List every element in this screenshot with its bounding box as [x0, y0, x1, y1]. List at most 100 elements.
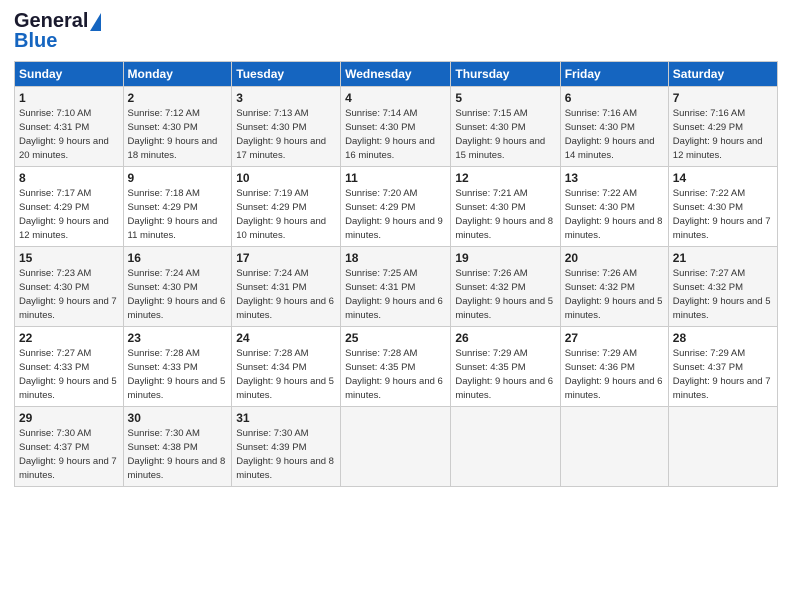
day-info: Sunrise: 7:28 AMSunset: 4:34 PMDaylight:…	[236, 348, 334, 400]
day-number: 16	[128, 250, 228, 266]
day-number: 5	[455, 90, 555, 106]
day-info: Sunrise: 7:30 AMSunset: 4:39 PMDaylight:…	[236, 428, 334, 480]
header-monday: Monday	[123, 62, 232, 87]
day-info: Sunrise: 7:15 AMSunset: 4:30 PMDaylight:…	[455, 108, 545, 160]
calendar-cell: 4Sunrise: 7:14 AMSunset: 4:30 PMDaylight…	[341, 87, 451, 167]
header-wednesday: Wednesday	[341, 62, 451, 87]
calendar-cell: 1Sunrise: 7:10 AMSunset: 4:31 PMDaylight…	[15, 87, 124, 167]
logo-triangle-icon	[90, 13, 101, 31]
day-info: Sunrise: 7:24 AMSunset: 4:31 PMDaylight:…	[236, 268, 334, 320]
day-info: Sunrise: 7:17 AMSunset: 4:29 PMDaylight:…	[19, 188, 109, 240]
day-number: 8	[19, 170, 119, 186]
day-info: Sunrise: 7:23 AMSunset: 4:30 PMDaylight:…	[19, 268, 117, 320]
day-number: 18	[345, 250, 446, 266]
day-number: 17	[236, 250, 336, 266]
day-number: 10	[236, 170, 336, 186]
header-sunday: Sunday	[15, 62, 124, 87]
header-thursday: Thursday	[451, 62, 560, 87]
day-info: Sunrise: 7:16 AMSunset: 4:30 PMDaylight:…	[565, 108, 655, 160]
day-number: 26	[455, 330, 555, 346]
calendar-cell: 18 Sunrise: 7:25 AMSunset: 4:31 PMDayligh…	[341, 247, 451, 327]
day-number: 3	[236, 90, 336, 106]
day-number: 21	[673, 250, 773, 266]
logo-blue: Blue	[14, 30, 57, 53]
day-info: Sunrise: 7:13 AMSunset: 4:30 PMDaylight:…	[236, 108, 326, 160]
day-number: 11	[345, 170, 446, 186]
calendar-header-row: SundayMondayTuesdayWednesdayThursdayFrid…	[15, 62, 778, 87]
day-info: Sunrise: 7:18 AMSunset: 4:29 PMDaylight:…	[128, 188, 218, 240]
day-number: 30	[128, 410, 228, 426]
calendar-cell: 2 Sunrise: 7:12 AMSunset: 4:30 PMDaylight…	[123, 87, 232, 167]
day-info: Sunrise: 7:30 AMSunset: 4:37 PMDaylight:…	[19, 428, 117, 480]
calendar-cell	[668, 407, 777, 487]
calendar-cell: 12 Sunrise: 7:21 AMSunset: 4:30 PMDayligh…	[451, 167, 560, 247]
day-info: Sunrise: 7:22 AMSunset: 4:30 PMDaylight:…	[565, 188, 663, 240]
day-number: 1	[19, 90, 119, 106]
calendar-cell: 26 Sunrise: 7:29 AMSunset: 4:35 PMDayligh…	[451, 327, 560, 407]
day-info: Sunrise: 7:19 AMSunset: 4:29 PMDaylight:…	[236, 188, 326, 240]
day-number: 20	[565, 250, 664, 266]
header-tuesday: Tuesday	[232, 62, 341, 87]
day-info: Sunrise: 7:16 AMSunset: 4:29 PMDaylight:…	[673, 108, 763, 160]
calendar-cell: 16 Sunrise: 7:24 AMSunset: 4:30 PMDayligh…	[123, 247, 232, 327]
calendar-cell	[341, 407, 451, 487]
calendar-cell: 31Sunrise: 7:30 AMSunset: 4:39 PMDayligh…	[232, 407, 341, 487]
calendar-cell: 24 Sunrise: 7:28 AMSunset: 4:34 PMDayligh…	[232, 327, 341, 407]
calendar-cell: 10 Sunrise: 7:19 AMSunset: 4:29 PMDayligh…	[232, 167, 341, 247]
calendar-cell: 11 Sunrise: 7:20 AMSunset: 4:29 PMDayligh…	[341, 167, 451, 247]
calendar-cell: 17 Sunrise: 7:24 AMSunset: 4:31 PMDayligh…	[232, 247, 341, 327]
day-number: 23	[128, 330, 228, 346]
calendar-cell: 8 Sunrise: 7:17 AMSunset: 4:29 PMDaylight…	[15, 167, 124, 247]
day-number: 27	[565, 330, 664, 346]
day-info: Sunrise: 7:28 AMSunset: 4:35 PMDaylight:…	[345, 348, 443, 400]
calendar-cell: 23 Sunrise: 7:28 AMSunset: 4:33 PMDayligh…	[123, 327, 232, 407]
day-info: Sunrise: 7:29 AMSunset: 4:35 PMDaylight:…	[455, 348, 553, 400]
day-number: 6	[565, 90, 664, 106]
day-number: 29	[19, 410, 119, 426]
day-number: 28	[673, 330, 773, 346]
calendar-cell: 14 Sunrise: 7:22 AMSunset: 4:30 PMDayligh…	[668, 167, 777, 247]
calendar-cell: 28 Sunrise: 7:29 AMSunset: 4:37 PMDayligh…	[668, 327, 777, 407]
calendar-cell	[451, 407, 560, 487]
day-info: Sunrise: 7:28 AMSunset: 4:33 PMDaylight:…	[128, 348, 226, 400]
calendar-week-row: 22Sunrise: 7:27 AMSunset: 4:33 PMDayligh…	[15, 327, 778, 407]
day-number: 13	[565, 170, 664, 186]
day-number: 15	[19, 250, 119, 266]
day-info: Sunrise: 7:22 AMSunset: 4:30 PMDaylight:…	[673, 188, 771, 240]
calendar-week-row: 8 Sunrise: 7:17 AMSunset: 4:29 PMDaylight…	[15, 167, 778, 247]
calendar-cell: 25 Sunrise: 7:28 AMSunset: 4:35 PMDayligh…	[341, 327, 451, 407]
calendar-cell: 27 Sunrise: 7:29 AMSunset: 4:36 PMDayligh…	[560, 327, 668, 407]
page-container: General Blue SundayMondayTuesdayWednesda…	[0, 0, 792, 495]
calendar-cell: 6 Sunrise: 7:16 AMSunset: 4:30 PMDaylight…	[560, 87, 668, 167]
day-number: 9	[128, 170, 228, 186]
calendar-week-row: 29 Sunrise: 7:30 AMSunset: 4:37 PMDayligh…	[15, 407, 778, 487]
day-info: Sunrise: 7:24 AMSunset: 4:30 PMDaylight:…	[128, 268, 226, 320]
day-info: Sunrise: 7:25 AMSunset: 4:31 PMDaylight:…	[345, 268, 443, 320]
day-info: Sunrise: 7:29 AMSunset: 4:37 PMDaylight:…	[673, 348, 771, 400]
day-info: Sunrise: 7:20 AMSunset: 4:29 PMDaylight:…	[345, 188, 443, 240]
calendar-cell: 20 Sunrise: 7:26 AMSunset: 4:32 PMDayligh…	[560, 247, 668, 327]
day-number: 12	[455, 170, 555, 186]
day-info: Sunrise: 7:29 AMSunset: 4:36 PMDaylight:…	[565, 348, 663, 400]
calendar-cell: 13 Sunrise: 7:22 AMSunset: 4:30 PMDayligh…	[560, 167, 668, 247]
day-info: Sunrise: 7:21 AMSunset: 4:30 PMDaylight:…	[455, 188, 553, 240]
day-info: Sunrise: 7:30 AMSunset: 4:38 PMDaylight:…	[128, 428, 226, 480]
day-number: 22	[19, 330, 119, 346]
day-number: 2	[128, 90, 228, 106]
calendar-cell: 9 Sunrise: 7:18 AMSunset: 4:29 PMDaylight…	[123, 167, 232, 247]
day-number: 4	[345, 90, 446, 106]
day-number: 14	[673, 170, 773, 186]
calendar-cell: 5 Sunrise: 7:15 AMSunset: 4:30 PMDaylight…	[451, 87, 560, 167]
day-info: Sunrise: 7:26 AMSunset: 4:32 PMDaylight:…	[455, 268, 553, 320]
day-info: Sunrise: 7:26 AMSunset: 4:32 PMDaylight:…	[565, 268, 663, 320]
calendar-cell: 22Sunrise: 7:27 AMSunset: 4:33 PMDayligh…	[15, 327, 124, 407]
calendar-cell: 19Sunrise: 7:26 AMSunset: 4:32 PMDayligh…	[451, 247, 560, 327]
calendar-cell: 30 Sunrise: 7:30 AMSunset: 4:38 PMDayligh…	[123, 407, 232, 487]
calendar-cell: 29 Sunrise: 7:30 AMSunset: 4:37 PMDayligh…	[15, 407, 124, 487]
day-info: Sunrise: 7:12 AMSunset: 4:30 PMDaylight:…	[128, 108, 218, 160]
logo: General Blue	[14, 10, 101, 53]
day-number: 25	[345, 330, 446, 346]
header-friday: Friday	[560, 62, 668, 87]
day-number: 24	[236, 330, 336, 346]
day-number: 7	[673, 90, 773, 106]
